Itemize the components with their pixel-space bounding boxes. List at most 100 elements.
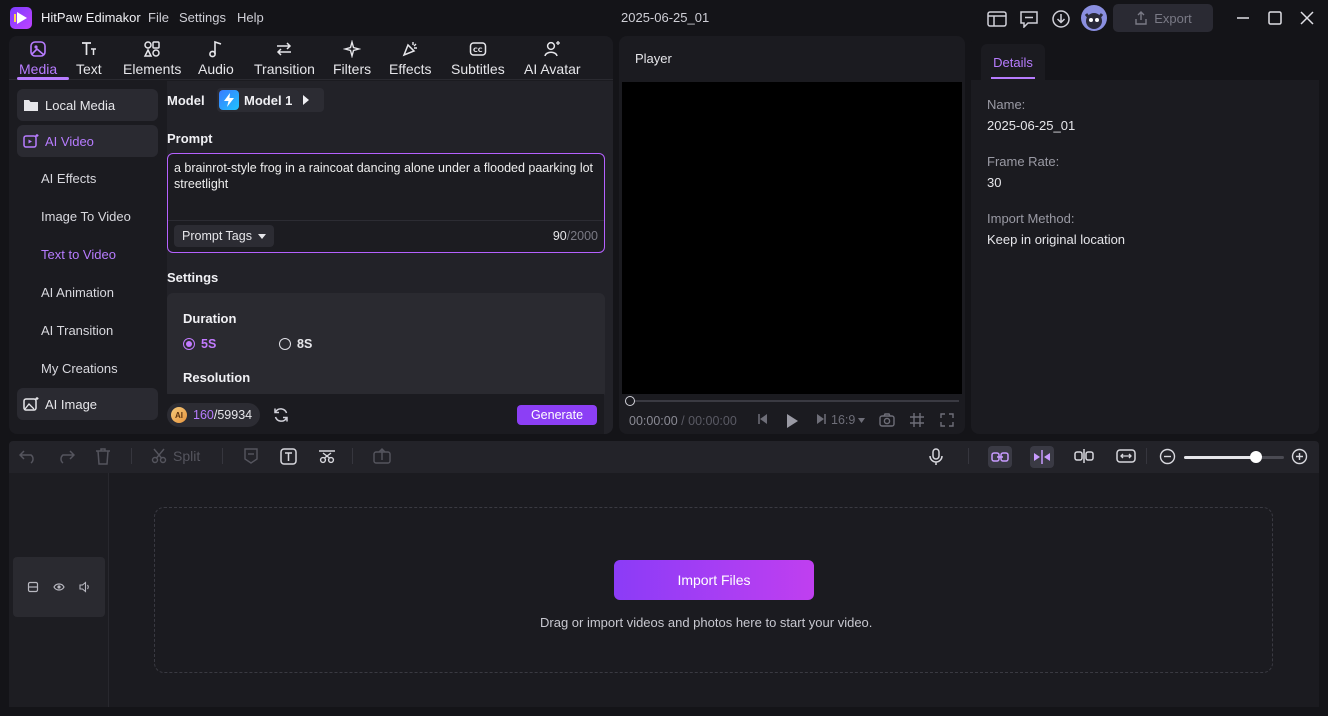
export-label: Export xyxy=(1154,10,1192,26)
tab-media[interactable]: Media xyxy=(19,40,57,77)
nav-ai-image[interactable]: AI Image xyxy=(17,388,158,420)
char-count-max: /2000 xyxy=(566,229,598,243)
menu-file[interactable]: File xyxy=(148,10,169,25)
player-panel: Player 00:00:00 / 00:00:00 16:9 xyxy=(619,36,965,434)
player-title: Player xyxy=(635,51,672,66)
delete-icon[interactable] xyxy=(95,447,111,465)
tab-audio[interactable]: Audio xyxy=(198,40,234,77)
app-name: HitPaw Edimakor xyxy=(41,10,141,25)
elements-icon xyxy=(142,40,162,58)
nav-image-to-video[interactable]: Image To Video xyxy=(41,209,131,224)
tab-label: Text xyxy=(76,61,102,77)
text-icon xyxy=(79,40,99,58)
media-icon xyxy=(28,40,48,58)
nav-text-to-video[interactable]: Text to Video xyxy=(41,247,116,262)
tab-transition[interactable]: Transition xyxy=(254,40,315,77)
download-icon[interactable] xyxy=(1050,8,1072,30)
nav-ai-video[interactable]: AI Video xyxy=(17,125,158,157)
tab-ai-avatar[interactable]: AI Avatar xyxy=(524,40,581,77)
crop-grid-icon[interactable] xyxy=(910,413,924,427)
duration-option-5s[interactable]: 5S xyxy=(183,337,216,351)
zoom-slider-fill xyxy=(1184,456,1256,459)
transition-icon xyxy=(274,40,294,58)
link-toggle-icon[interactable] xyxy=(988,446,1012,468)
model-value: Model 1 xyxy=(244,92,293,108)
tab-text[interactable]: Text xyxy=(76,40,102,77)
tab-details[interactable]: Details xyxy=(981,44,1045,80)
model-select[interactable]: Model 1 xyxy=(217,88,324,112)
prompt-tags-dropdown[interactable]: Prompt Tags xyxy=(174,225,274,247)
track-visibility-icon[interactable] xyxy=(53,581,65,593)
toolbar-divider xyxy=(352,448,353,464)
nav-local-media[interactable]: Local Media xyxy=(17,89,158,121)
tab-elements[interactable]: Elements xyxy=(123,40,181,77)
subtitles-icon: CC xyxy=(468,40,488,58)
nav-ai-animation[interactable]: AI Animation xyxy=(41,285,114,300)
active-tab-indicator xyxy=(17,77,69,80)
marker-icon[interactable] xyxy=(243,448,259,464)
tab-effects[interactable]: Effects xyxy=(389,40,432,77)
svg-text:CC: CC xyxy=(473,46,483,54)
nav-my-creations[interactable]: My Creations xyxy=(41,361,118,376)
toolbar-divider xyxy=(131,448,132,464)
undo-icon[interactable] xyxy=(19,448,37,464)
split-label: Split xyxy=(173,448,201,464)
app-logo-icon xyxy=(10,7,32,29)
layout-icon[interactable] xyxy=(986,8,1008,30)
detail-name-label: Name: xyxy=(987,97,1026,112)
import-files-button[interactable]: Import Files xyxy=(614,560,814,600)
aspect-ratio-select[interactable]: 16:9 xyxy=(831,413,866,427)
redo-icon[interactable] xyxy=(57,448,75,464)
tab-subtitles[interactable]: CC Subtitles xyxy=(451,40,505,77)
prev-frame-icon[interactable] xyxy=(757,413,769,425)
split-button[interactable]: Split xyxy=(151,448,200,464)
generate-button[interactable]: Generate xyxy=(517,405,597,425)
user-avatar[interactable] xyxy=(1081,5,1107,31)
zoom-out-icon[interactable] xyxy=(1159,448,1176,465)
zoom-slider-handle[interactable] xyxy=(1250,451,1262,463)
resolution-label: Resolution xyxy=(183,370,251,385)
nav-ai-transition[interactable]: AI Transition xyxy=(41,323,113,338)
minimize-icon[interactable] xyxy=(1230,6,1256,30)
track-audio-icon[interactable] xyxy=(79,581,91,593)
export-icon xyxy=(1134,11,1148,25)
microphone-icon[interactable] xyxy=(929,448,943,466)
prompt-text[interactable]: a brainrot-style frog in a raincoat danc… xyxy=(174,160,594,192)
video-preview[interactable] xyxy=(622,82,962,394)
feedback-icon[interactable] xyxy=(1018,8,1040,30)
duration-option-8s[interactable]: 8S xyxy=(279,337,312,351)
filters-icon xyxy=(342,40,362,58)
active-tab-indicator xyxy=(991,77,1035,79)
tab-label: Effects xyxy=(389,61,432,77)
tab-filters[interactable]: Filters xyxy=(333,40,371,77)
toolbar-divider xyxy=(968,448,969,464)
menu-help[interactable]: Help xyxy=(237,10,264,25)
trim-cut-icon[interactable] xyxy=(318,448,336,464)
toolbar-divider xyxy=(222,448,223,464)
snapshot-icon[interactable] xyxy=(879,413,895,427)
nav-ai-effects[interactable]: AI Effects xyxy=(41,171,96,186)
next-frame-icon[interactable] xyxy=(815,413,827,425)
export-button[interactable]: Export xyxy=(1113,4,1213,32)
close-icon[interactable] xyxy=(1294,6,1320,30)
play-icon[interactable] xyxy=(785,413,799,429)
playhead-handle[interactable] xyxy=(625,396,635,406)
menu-settings[interactable]: Settings xyxy=(179,10,226,25)
text-box-icon[interactable] xyxy=(280,448,297,465)
zoom-in-icon[interactable] xyxy=(1291,448,1308,465)
credits-total: /59934 xyxy=(213,408,253,422)
prompt-divider xyxy=(168,220,604,221)
refresh-icon[interactable] xyxy=(272,406,290,424)
char-count-current: 90 xyxy=(552,229,567,243)
maximize-icon[interactable] xyxy=(1262,6,1288,30)
prompt-input[interactable]: a brainrot-style frog in a raincoat danc… xyxy=(167,153,605,253)
scrub-track[interactable] xyxy=(629,400,959,402)
aspect-ratio-value: 16:9 xyxy=(831,413,856,427)
fullscreen-icon[interactable] xyxy=(940,413,954,427)
extract-icon[interactable] xyxy=(373,448,391,464)
magnet-snap-icon[interactable] xyxy=(1030,446,1054,468)
fit-width-icon[interactable] xyxy=(1116,449,1136,463)
detail-frame-rate-value: 30 xyxy=(987,175,1002,190)
split-track-icon[interactable] xyxy=(1074,449,1094,463)
track-lock-icon[interactable] xyxy=(27,581,39,593)
